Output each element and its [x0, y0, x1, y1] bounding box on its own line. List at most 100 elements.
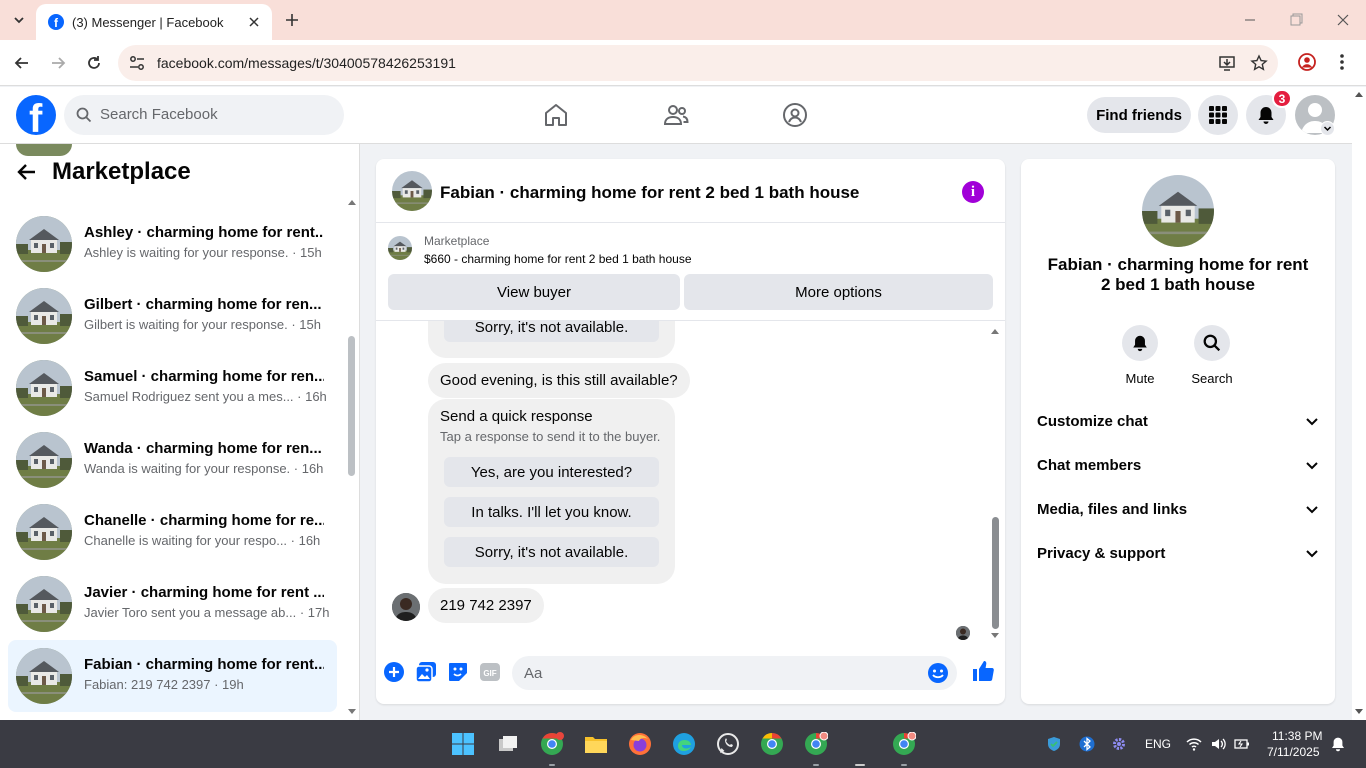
address-bar[interactable]: facebook.com/messages/t/3040057842625319…	[118, 45, 1278, 81]
chat-members-section[interactable]: Chat members	[1029, 443, 1327, 487]
house-photo	[16, 648, 72, 704]
notification-count-badge: 3	[1272, 89, 1292, 108]
listing-thumbnail[interactable]	[392, 171, 432, 211]
clock-time[interactable]: 11:38 PM	[1272, 729, 1322, 743]
taskbar-whatsapp[interactable]	[716, 732, 740, 756]
gif-button[interactable]: GIF	[478, 660, 502, 684]
windows-taskbar: ENG 11:38 PM 7/11/2025	[0, 720, 1366, 768]
install-app-icon[interactable]	[1218, 54, 1236, 72]
conversation-item[interactable]: Wanda · charming home for ren... Wanda is…	[8, 424, 337, 496]
search-icon	[1203, 334, 1221, 352]
customize-chat-section[interactable]: Customize chat	[1029, 399, 1327, 443]
tab-search-button[interactable]	[8, 9, 30, 31]
quick-reply-in-talks[interactable]: In talks. I'll let you know.	[444, 497, 659, 527]
battery-tray-icon[interactable]	[1234, 736, 1250, 752]
page-scrollbar[interactable]	[1352, 87, 1366, 720]
notification-center-icon[interactable]	[1330, 736, 1346, 752]
site-settings-icon[interactable]	[128, 54, 146, 72]
mute-button[interactable]	[1122, 325, 1158, 361]
sidebar-scrollbar[interactable]	[347, 198, 357, 716]
conversation-item[interactable]: Javier · charming home for rent ... Javie…	[8, 568, 337, 640]
listing-thumbnail	[16, 216, 72, 272]
like-button[interactable]	[971, 659, 995, 683]
account-chevron[interactable]	[1320, 121, 1335, 136]
bluetooth-tray-icon[interactable]	[1079, 736, 1095, 752]
menu-button[interactable]	[1198, 95, 1238, 135]
scroll-up-icon[interactable]	[990, 327, 1000, 335]
friends-nav-button[interactable]	[662, 101, 690, 129]
view-buyer-button[interactable]: View buyer	[388, 274, 680, 310]
scroll-down-icon[interactable]	[990, 632, 1000, 640]
quick-reply-not-available-prev[interactable]: Sorry, it's not available.	[444, 321, 659, 342]
search-in-chat-button[interactable]	[1194, 325, 1230, 361]
scroll-down-icon[interactable]	[347, 708, 357, 716]
listing-description[interactable]: $660 - charming home for rent 2 bed 1 ba…	[424, 252, 692, 266]
bookmark-star-icon[interactable]	[1250, 54, 1268, 72]
back-button[interactable]	[11, 52, 33, 74]
taskbar-file-explorer[interactable]	[584, 732, 608, 756]
groups-nav-button[interactable]	[781, 101, 809, 129]
attach-photo-button[interactable]	[414, 660, 438, 684]
house-photo	[16, 504, 72, 560]
minimize-button[interactable]	[1240, 10, 1260, 30]
conversation-item[interactable]: Gilbert · charming home for ren... Gilber…	[8, 280, 337, 352]
chat-scrollbar[interactable]	[990, 327, 1000, 639]
quick-reply-interested[interactable]: Yes, are you interested?	[444, 457, 659, 487]
taskbar-chrome[interactable]	[760, 732, 784, 756]
taskbar-edge[interactable]	[672, 732, 696, 756]
more-actions-button[interactable]	[382, 660, 406, 684]
battery-icon	[1234, 739, 1249, 749]
more-options-button[interactable]: More options	[684, 274, 993, 310]
browser-menu-button[interactable]	[1334, 52, 1350, 72]
conversation-item[interactable]: Ashley · charming home for rent... Ashley…	[8, 208, 337, 280]
taskbar-chrome-profile-3[interactable]	[892, 732, 916, 756]
sidebar-scroll-thumb[interactable]	[348, 336, 355, 476]
reload-button[interactable]	[83, 52, 105, 74]
settings-tray-icon[interactable]	[1111, 736, 1127, 752]
privacy-support-section[interactable]: Privacy & support	[1029, 531, 1327, 575]
wifi-tray-icon[interactable]	[1186, 736, 1202, 752]
quick-reply-not-available[interactable]: Sorry, it's not available.	[444, 537, 659, 567]
defender-tray-icon[interactable]	[1046, 736, 1062, 752]
find-friends-button[interactable]: Find friends	[1087, 97, 1191, 133]
emoji-icon[interactable]	[927, 662, 949, 684]
search-action[interactable]: Search	[1182, 325, 1242, 386]
sticker-button[interactable]	[446, 660, 470, 684]
close-tab-button[interactable]	[246, 14, 262, 30]
conversation-item[interactable]: Fabian · charming home for rent... Fabian…	[8, 640, 337, 712]
forward-button[interactable]	[47, 52, 69, 74]
scroll-up-icon[interactable]	[347, 198, 357, 206]
conversation-info-button[interactable]: i	[962, 181, 984, 203]
conversation-name: Samuel · charming home for ren...	[84, 368, 324, 385]
profile-button[interactable]	[1297, 52, 1317, 72]
taskbar-chrome-profile-2[interactable]	[804, 732, 828, 756]
restore-button[interactable]	[1286, 10, 1306, 30]
input-language[interactable]: ENG	[1145, 737, 1171, 751]
conversation-details-panel: Fabian · charming home for rent 2 bed 1 …	[1021, 159, 1335, 704]
close-window-button[interactable]	[1333, 10, 1353, 30]
mute-action[interactable]: Mute	[1110, 325, 1170, 386]
task-view-button[interactable]	[496, 732, 520, 756]
clock-date[interactable]: 7/11/2025	[1267, 745, 1320, 759]
message-input[interactable]: Aa	[512, 656, 957, 690]
taskbar-chrome-profile-1[interactable]	[540, 732, 564, 756]
conversation-item[interactable]: Samuel · charming home for ren... Samuel …	[8, 352, 337, 424]
sender-avatar[interactable]	[392, 593, 420, 621]
facebook-logo[interactable]: f	[16, 95, 56, 135]
new-tab-button[interactable]	[282, 10, 302, 30]
running-indicator	[549, 764, 555, 766]
scroll-down-icon[interactable]	[1352, 707, 1366, 717]
volume-tray-icon[interactable]	[1210, 736, 1226, 752]
quick-response-subtitle: Tap a response to send it to the buyer.	[440, 429, 661, 444]
conversation-item[interactable]: Chanelle · charming home for re... Chanel…	[8, 496, 337, 568]
home-nav-button[interactable]	[542, 101, 570, 129]
arrow-left-icon[interactable]	[16, 161, 38, 183]
chat-scroll-thumb[interactable]	[992, 517, 999, 629]
media-files-links-section[interactable]: Media, files and links	[1029, 487, 1327, 531]
scroll-up-icon[interactable]	[1352, 89, 1366, 99]
listing-photo-large[interactable]	[1142, 175, 1214, 247]
search-facebook-input[interactable]: Search Facebook	[64, 95, 344, 135]
taskbar-firefox[interactable]	[628, 732, 652, 756]
start-button[interactable]	[451, 732, 475, 756]
browser-tab[interactable]: f (3) Messenger | Facebook	[36, 4, 272, 40]
